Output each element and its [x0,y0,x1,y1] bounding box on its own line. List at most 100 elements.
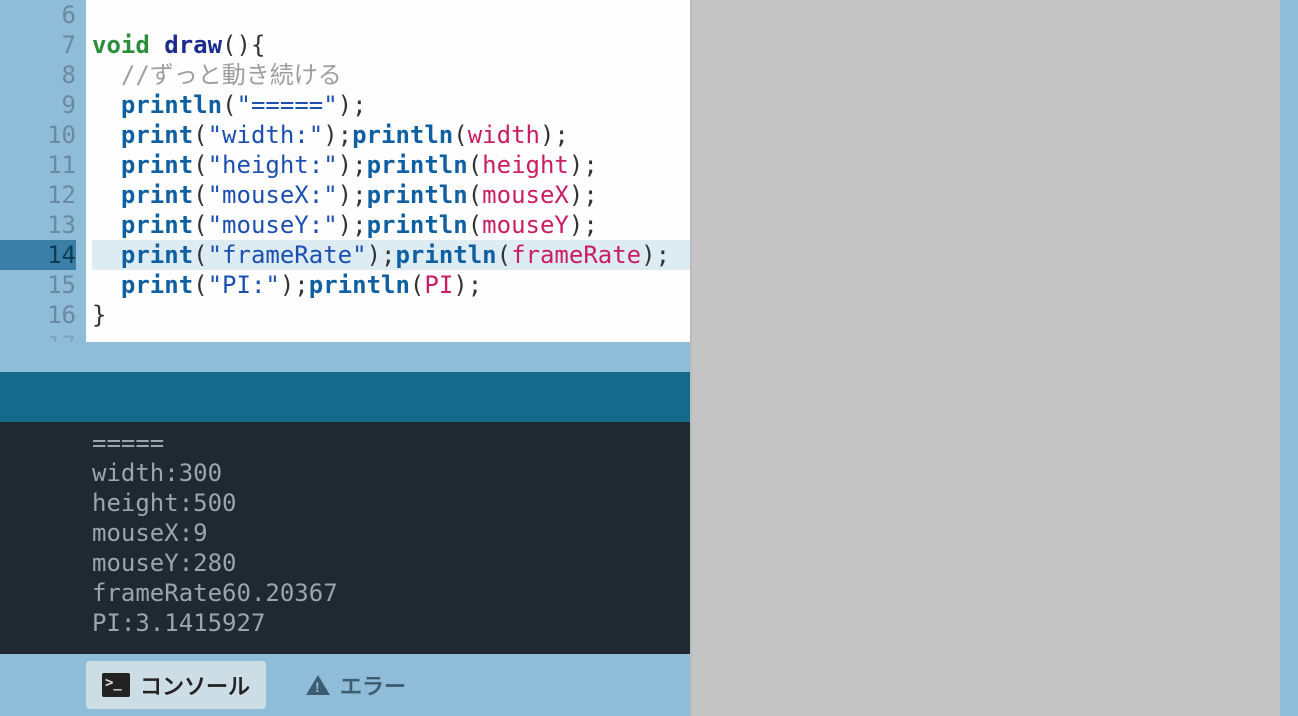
token-sym: ); [569,181,598,209]
token-sym: ); [338,91,367,119]
token-call: print [121,121,193,149]
tab-console[interactable]: コンソール [86,661,266,709]
code-area[interactable]: void draw(){ //ずっと動き続ける println("=====")… [86,0,690,342]
tab-errors-label: エラー [340,669,406,701]
token-var: PI [424,271,453,299]
token-str: "height:" [208,151,338,179]
token-sym [92,181,121,209]
console-line: height:500 [92,488,690,518]
token-var: width [468,121,540,149]
code-line[interactable]: println("====="); [92,90,690,120]
line-number: 13 [0,210,76,240]
token-sym [92,91,121,119]
token-sym [92,211,121,239]
code-line[interactable]: } [92,300,690,330]
line-number: 6 [0,0,76,30]
token-sym: ( [193,151,207,179]
token-call: print [121,151,193,179]
token-sym: ); [540,121,569,149]
console-line: frameRate60.20367 [92,578,690,608]
sketch-canvas[interactable] [692,0,1280,716]
token-sym: ( [497,241,511,269]
token-sym: ); [569,151,598,179]
divider-bar[interactable] [0,372,690,422]
token-sym: ( [468,211,482,239]
console-line: mouseX:9 [92,518,690,548]
token-sym: ( [468,181,482,209]
token-sym: ); [338,181,367,209]
token-sym [92,151,121,179]
token-sym: } [92,301,106,329]
token-sym: (){ [222,31,265,59]
token-sym: ); [338,211,367,239]
token-str: "mouseX:" [208,181,338,209]
token-call: print [121,271,193,299]
token-sym: ( [410,271,424,299]
token-var: height [482,151,569,179]
token-var: frameRate [511,241,641,269]
line-number: 16 [0,300,76,330]
line-number: 9 [0,90,76,120]
console-line: width:300 [92,458,690,488]
editor-bottom-gap [0,342,690,372]
line-number: 12 [0,180,76,210]
code-line[interactable] [92,330,690,342]
token-kw: void [92,31,164,59]
code-line[interactable]: print("mouseX:");println(mouseX); [92,180,690,210]
token-sym [92,121,121,149]
token-sym: ( [193,241,207,269]
token-str: "PI:" [208,271,280,299]
console-icon [102,673,130,697]
console-line: PI:3.1415927 [92,608,690,638]
code-line[interactable]: void draw(){ [92,30,690,60]
token-var: mouseX [482,181,569,209]
token-call: println [367,181,468,209]
tab-console-label: コンソール [140,669,250,701]
code-line[interactable]: print("PI:");println(PI); [92,270,690,300]
console-line: ===== [92,428,690,458]
token-call: print [121,211,193,239]
code-line[interactable]: print("height:");println(height); [92,150,690,180]
code-editor[interactable]: 67891011121314151617 void draw(){ //ずっと動… [0,0,690,342]
code-line[interactable]: print("frameRate");println(frameRate); [92,240,690,270]
token-sym: ( [193,121,207,149]
token-sym: ); [338,151,367,179]
token-sym: ( [193,271,207,299]
console-output[interactable]: =====width:300height:500mouseX:9mouseY:2… [0,422,690,654]
token-str: "=====" [237,91,338,119]
line-gutter: 67891011121314151617 [0,0,86,342]
line-number: 17 [0,330,76,342]
token-call: print [121,241,193,269]
token-call: println [395,241,496,269]
warning-icon [306,675,330,695]
token-call: println [121,91,222,119]
code-line[interactable]: //ずっと動き続ける [92,60,690,90]
token-call: println [309,271,410,299]
token-sym: ); [367,241,396,269]
token-comment: //ずっと動き続ける [121,61,342,89]
left-panel: 67891011121314151617 void draw(){ //ずっと動… [0,0,690,716]
token-call: println [367,211,468,239]
tab-errors[interactable]: エラー [290,661,422,709]
token-sym: ( [193,211,207,239]
line-number: 15 [0,270,76,300]
token-sym: ); [641,241,670,269]
console-wrap: =====width:300height:500mouseX:9mouseY:2… [0,422,690,716]
token-sym [92,241,121,269]
code-line[interactable]: print("mouseY:");println(mouseY); [92,210,690,240]
token-var: mouseY [482,211,569,239]
code-line[interactable]: print("width:");println(width); [92,120,690,150]
token-call: print [121,181,193,209]
token-str: "mouseY:" [208,211,338,239]
token-sym [92,271,121,299]
line-number: 11 [0,150,76,180]
bottom-tabbar: コンソール エラー [0,654,690,716]
token-str: "frameRate" [208,241,367,269]
sketch-output-panel [690,0,1280,716]
token-call: println [352,121,453,149]
line-number: 14 [0,240,76,270]
code-line[interactable] [92,0,690,30]
line-number: 10 [0,120,76,150]
token-sym: ( [453,121,467,149]
token-sym: ( [222,91,236,119]
